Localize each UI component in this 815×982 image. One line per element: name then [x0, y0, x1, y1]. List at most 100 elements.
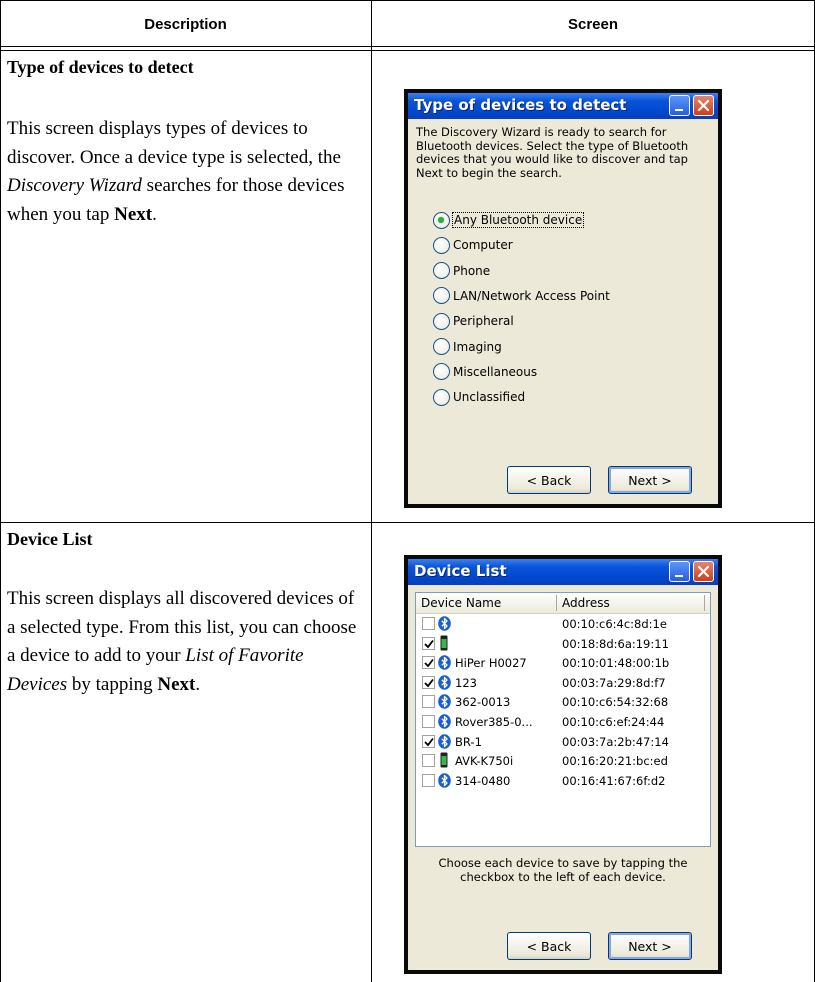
back-button[interactable]: < Back — [507, 466, 591, 494]
table-row[interactable]: Rover385-0... 00:10:c6:ef:24:44 — [416, 713, 710, 732]
device-list-view[interactable]: Device Name Address 00:10:c6:4c:8d:1e 00:… — [415, 592, 711, 847]
table-row[interactable]: BR-1 00:03:7a:2b:47:14 — [416, 733, 710, 752]
device-checkbox[interactable] — [422, 617, 435, 630]
device-checkbox[interactable] — [422, 675, 435, 689]
device-name: BR-1 — [455, 734, 482, 749]
device-checkbox[interactable] — [422, 636, 435, 650]
bluetooth-icon — [438, 714, 451, 729]
column-separator[interactable] — [556, 595, 557, 611]
body-text: . — [152, 203, 157, 225]
device-name: 362-0013 — [455, 695, 511, 710]
phone-icon — [440, 635, 448, 651]
radio-option[interactable]: Computer — [433, 234, 513, 256]
section-body-type-of-devices: This screen displays types of devices to… — [7, 115, 367, 229]
minimize-icon — [675, 575, 683, 577]
device-list-window: Device List Device Name Address 00:10:c6… — [408, 559, 718, 970]
table-row[interactable]: 314-0480 00:16:41:67:6f:d2 — [416, 772, 710, 791]
table-top-border — [0, 0, 815, 1]
device-address: 00:18:8d:6a:19:11 — [562, 636, 669, 651]
device-checkbox[interactable] — [422, 754, 435, 768]
device-checkbox[interactable] — [422, 734, 435, 748]
minimize-button[interactable] — [669, 95, 690, 116]
device-checkbox[interactable] — [422, 695, 435, 709]
radio-button[interactable] — [433, 287, 450, 305]
radio-button[interactable] — [433, 236, 450, 254]
header-divider-double — [0, 50, 815, 51]
device-screen-device-list: Device List Device Name Address 00:10:c6… — [404, 555, 722, 974]
column-separator[interactable] — [704, 595, 705, 611]
device-address: 00:10:01:48:00:1b — [562, 656, 670, 671]
bluetooth-icon — [438, 694, 451, 710]
close-button[interactable] — [693, 561, 714, 582]
column-device-name[interactable]: Device Name — [421, 596, 501, 610]
radio-button[interactable] — [433, 388, 450, 406]
device-address: 00:16:41:67:6f:d2 — [562, 773, 666, 788]
radio-option[interactable]: Miscellaneous — [433, 361, 537, 383]
column-header-description: Description — [144, 16, 227, 33]
body-emphasis: Discovery Wizard — [7, 175, 142, 196]
radio-label: Peripheral — [453, 314, 514, 329]
minimize-icon — [675, 109, 683, 111]
table-row[interactable]: 362-0013 00:10:c6:54:32:68 — [416, 693, 710, 712]
body-bold: Next — [157, 673, 196, 695]
list-header: Device Name Address — [416, 593, 710, 614]
table-left-border — [0, 0, 1, 982]
device-address: 00:03:7a:2b:47:14 — [562, 734, 669, 749]
device-address: 00:10:c6:ef:24:44 — [562, 715, 665, 729]
section-title-type-of-devices: Type of devices to detect — [7, 57, 194, 77]
column-address[interactable]: Address — [562, 596, 610, 610]
device-list-help-text: Choose each device to save by tapping th… — [438, 856, 688, 884]
table-row[interactable]: 123 00:03:7a:29:8d:f7 — [416, 674, 710, 693]
radio-button[interactable] — [433, 211, 450, 229]
next-button[interactable]: Next > — [608, 466, 692, 494]
radio-label: LAN/Network Access Point — [453, 288, 610, 303]
close-icon — [697, 99, 710, 112]
device-name: 123 — [455, 675, 477, 690]
column-header-screen: Screen — [567, 16, 619, 33]
radio-option[interactable]: Unclassified — [433, 386, 525, 408]
next-button[interactable]: Next > — [608, 932, 692, 960]
radio-button[interactable] — [433, 262, 450, 280]
device-checkbox[interactable] — [422, 715, 435, 728]
bluetooth-icon — [438, 772, 451, 788]
radio-label: Computer — [453, 238, 513, 253]
radio-button[interactable] — [433, 312, 450, 330]
table-row[interactable]: HiPer H0027 00:10:01:48:00:1b — [416, 654, 710, 673]
body-text: by tapping — [67, 673, 158, 695]
minimize-button[interactable] — [669, 561, 690, 582]
wizard-window: Type of devices to detect The Discovery … — [408, 93, 718, 504]
radio-label: Miscellaneous — [453, 364, 538, 379]
bluetooth-icon — [438, 655, 451, 670]
close-button[interactable] — [693, 95, 714, 116]
table-row[interactable]: AVK-K750i 00:16:20:21:bc:ed — [416, 752, 710, 771]
bluetooth-icon — [438, 616, 451, 631]
section-title-device-list: Device List — [7, 529, 93, 549]
back-button[interactable]: < Back — [507, 932, 591, 960]
table-row[interactable]: 00:10:c6:4c:8d:1e — [416, 615, 710, 634]
radio-label: Unclassified — [453, 390, 526, 405]
column-divider — [371, 0, 372, 982]
window-title: Device List — [414, 562, 507, 580]
device-checkbox[interactable] — [422, 656, 435, 670]
device-checkbox[interactable] — [422, 773, 435, 787]
bluetooth-icon — [438, 674, 451, 690]
close-icon — [697, 565, 710, 578]
device-address: 00:10:c6:4c:8d:1e — [562, 617, 667, 631]
title-bar: Device List — [408, 559, 718, 585]
body-bold: Next — [114, 203, 153, 225]
radio-option[interactable]: Peripheral — [433, 310, 514, 332]
radio-label: Phone — [453, 263, 491, 278]
radio-button[interactable] — [433, 338, 450, 355]
radio-option[interactable]: Any Bluetooth device — [433, 209, 585, 231]
device-name: Rover385-0... — [455, 715, 533, 729]
radio-option[interactable]: LAN/Network Access Point — [433, 285, 610, 307]
radio-option[interactable]: Phone — [433, 260, 490, 282]
radio-label: Imaging — [453, 339, 502, 354]
wizard-intro-text: The Discovery Wizard is ready to search … — [416, 125, 689, 180]
radio-button[interactable] — [433, 363, 450, 381]
title-bar: Type of devices to detect — [408, 93, 718, 119]
bluetooth-icon — [438, 733, 451, 749]
table-row[interactable]: 00:18:8d:6a:19:11 — [416, 635, 710, 654]
body-text: . — [195, 673, 201, 695]
radio-option[interactable]: Imaging — [433, 336, 502, 358]
